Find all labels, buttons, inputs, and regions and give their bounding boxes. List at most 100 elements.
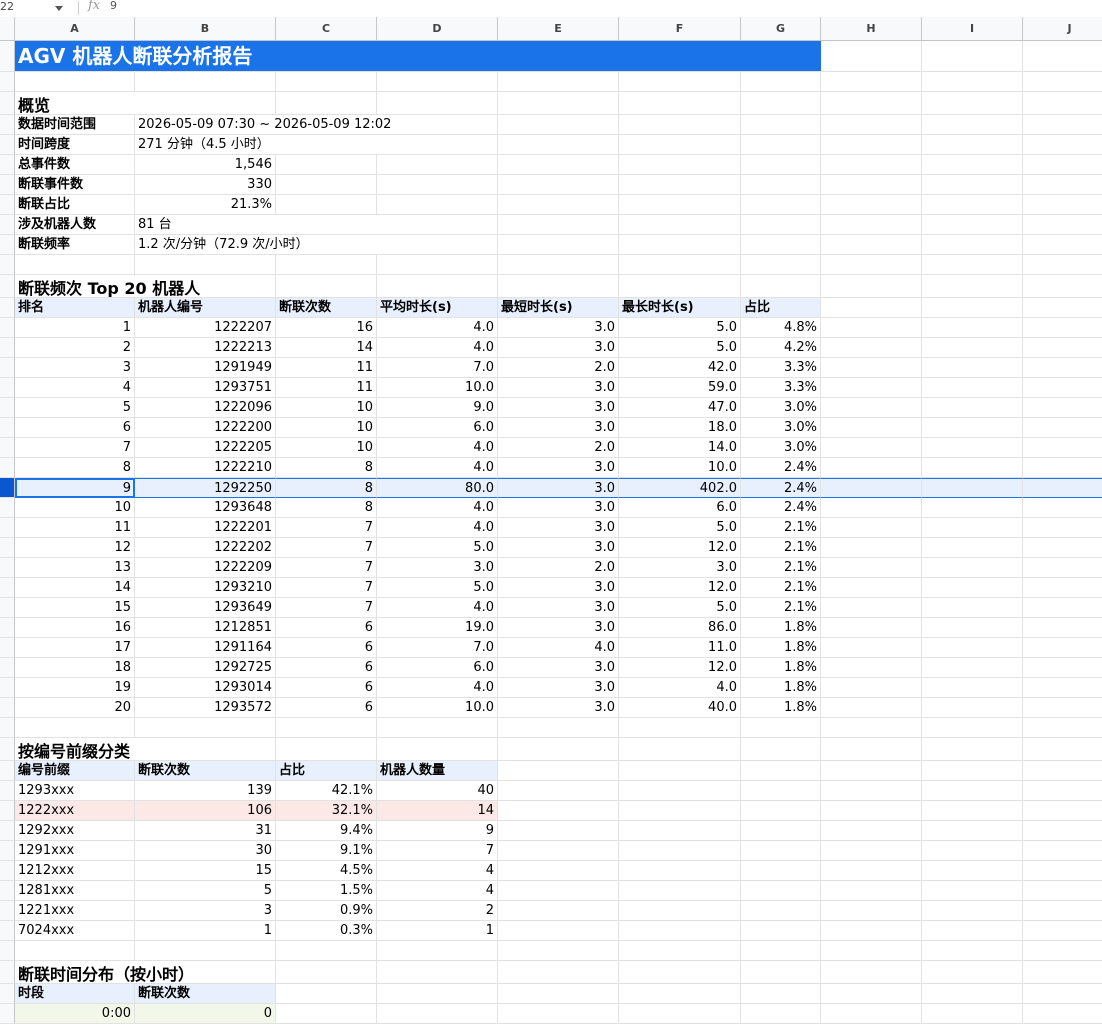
empty-cell[interactable] xyxy=(1023,901,1102,921)
top20-header-cell[interactable]: 断联次数 xyxy=(276,298,377,318)
top20-cell[interactable]: 2.0 xyxy=(498,438,619,458)
empty-cell[interactable] xyxy=(821,961,922,984)
empty-cell[interactable] xyxy=(619,135,741,155)
top20-cell[interactable]: 1222210 xyxy=(135,458,276,478)
top20-cell[interactable]: 5.0 xyxy=(619,338,741,358)
empty-cell[interactable] xyxy=(922,698,1023,718)
top20-cell[interactable]: 3 xyxy=(15,358,135,378)
top20-header-cell[interactable]: 机器人编号 xyxy=(135,298,276,318)
empty-cell[interactable] xyxy=(922,298,1023,318)
empty-cell[interactable] xyxy=(821,135,922,155)
top20-cell[interactable]: 2.1% xyxy=(741,558,821,578)
prefix-header-cell[interactable]: 断联次数 xyxy=(135,761,276,781)
column-header-A[interactable]: A xyxy=(15,17,135,41)
top20-cell[interactable]: 2 xyxy=(15,338,135,358)
row-header[interactable] xyxy=(0,72,15,92)
top20-cell[interactable]: 14 xyxy=(15,578,135,598)
top20-cell[interactable]: 2.1% xyxy=(741,598,821,618)
top20-cell[interactable]: 9 xyxy=(15,478,135,498)
top20-cell[interactable]: 1293648 xyxy=(135,498,276,518)
empty-cell[interactable] xyxy=(619,195,741,215)
empty-cell[interactable] xyxy=(619,155,741,175)
empty-cell[interactable] xyxy=(922,458,1023,478)
top20-cell[interactable]: 7 xyxy=(276,578,377,598)
empty-cell[interactable] xyxy=(498,921,619,941)
empty-cell[interactable] xyxy=(821,195,922,215)
top20-cell[interactable]: 3.0 xyxy=(619,558,741,578)
top20-cell[interactable]: 1293014 xyxy=(135,678,276,698)
empty-cell[interactable] xyxy=(619,821,741,841)
empty-cell[interactable] xyxy=(821,255,922,275)
empty-cell[interactable] xyxy=(821,1004,922,1024)
top20-cell[interactable]: 3.0 xyxy=(498,318,619,338)
empty-cell[interactable] xyxy=(498,821,619,841)
prefix-cell[interactable]: 1221xxx xyxy=(15,901,135,921)
empty-cell[interactable] xyxy=(1023,498,1102,518)
empty-cell[interactable] xyxy=(498,92,619,115)
empty-cell[interactable] xyxy=(619,1004,741,1024)
empty-cell[interactable] xyxy=(276,1004,377,1024)
empty-cell[interactable] xyxy=(619,235,741,255)
empty-cell[interactable] xyxy=(1023,821,1102,841)
empty-cell[interactable] xyxy=(741,821,821,841)
empty-cell[interactable] xyxy=(741,761,821,781)
empty-cell[interactable] xyxy=(821,738,922,761)
top20-cell[interactable]: 2.1% xyxy=(741,578,821,598)
empty-cell[interactable] xyxy=(377,195,498,215)
empty-cell[interactable] xyxy=(741,801,821,821)
empty-cell[interactable] xyxy=(821,861,922,881)
row-header[interactable] xyxy=(0,678,15,698)
empty-cell[interactable] xyxy=(821,41,922,72)
top20-cell[interactable]: 4.0 xyxy=(377,598,498,618)
top20-cell[interactable]: 10.0 xyxy=(377,698,498,718)
top20-cell[interactable]: 19.0 xyxy=(377,618,498,638)
empty-cell[interactable] xyxy=(1023,338,1102,358)
empty-cell[interactable] xyxy=(276,738,377,761)
overview-label[interactable]: 断联频率 xyxy=(15,235,135,255)
name-box-dropdown-icon[interactable] xyxy=(55,6,63,11)
empty-cell[interactable] xyxy=(619,718,741,738)
empty-cell[interactable] xyxy=(377,92,498,115)
empty-cell[interactable] xyxy=(922,598,1023,618)
empty-cell[interactable] xyxy=(377,155,498,175)
top20-cell[interactable]: 1222209 xyxy=(135,558,276,578)
top20-cell[interactable]: 7 xyxy=(276,538,377,558)
empty-cell[interactable] xyxy=(498,72,619,92)
top20-cell[interactable]: 4.0 xyxy=(377,518,498,538)
empty-cell[interactable] xyxy=(1023,761,1102,781)
empty-cell[interactable] xyxy=(1023,598,1102,618)
empty-cell[interactable] xyxy=(15,718,135,738)
empty-cell[interactable] xyxy=(377,1004,498,1024)
empty-cell[interactable] xyxy=(741,921,821,941)
row-header[interactable] xyxy=(0,638,15,658)
top20-cell[interactable]: 19 xyxy=(15,678,135,698)
empty-cell[interactable] xyxy=(821,781,922,801)
row-header[interactable] xyxy=(0,901,15,921)
top20-cell[interactable]: 18.0 xyxy=(619,418,741,438)
top20-cell[interactable]: 7 xyxy=(276,598,377,618)
empty-cell[interactable] xyxy=(1023,378,1102,398)
top20-cell[interactable]: 4.8% xyxy=(741,318,821,338)
empty-cell[interactable] xyxy=(1023,358,1102,378)
prefix-cell[interactable]: 15 xyxy=(135,861,276,881)
empty-cell[interactable] xyxy=(1023,318,1102,338)
empty-cell[interactable] xyxy=(1023,984,1102,1004)
top20-cell[interactable]: 16 xyxy=(15,618,135,638)
empty-cell[interactable] xyxy=(741,941,821,961)
top20-cell[interactable]: 5.0 xyxy=(619,598,741,618)
row-header[interactable] xyxy=(0,921,15,941)
empty-cell[interactable] xyxy=(741,175,821,195)
prefix-cell[interactable]: 0.3% xyxy=(276,921,377,941)
name-box[interactable]: 22 xyxy=(0,0,14,13)
row-header[interactable] xyxy=(0,1004,15,1024)
row-header[interactable] xyxy=(0,658,15,678)
empty-cell[interactable] xyxy=(276,961,377,984)
empty-cell[interactable] xyxy=(821,821,922,841)
empty-cell[interactable] xyxy=(498,215,619,235)
empty-cell[interactable] xyxy=(619,115,741,135)
row-header[interactable] xyxy=(0,984,15,1004)
empty-cell[interactable] xyxy=(821,761,922,781)
top20-header-cell[interactable]: 最短时长(s) xyxy=(498,298,619,318)
top20-cell[interactable]: 3.0 xyxy=(498,478,619,498)
empty-cell[interactable] xyxy=(498,861,619,881)
